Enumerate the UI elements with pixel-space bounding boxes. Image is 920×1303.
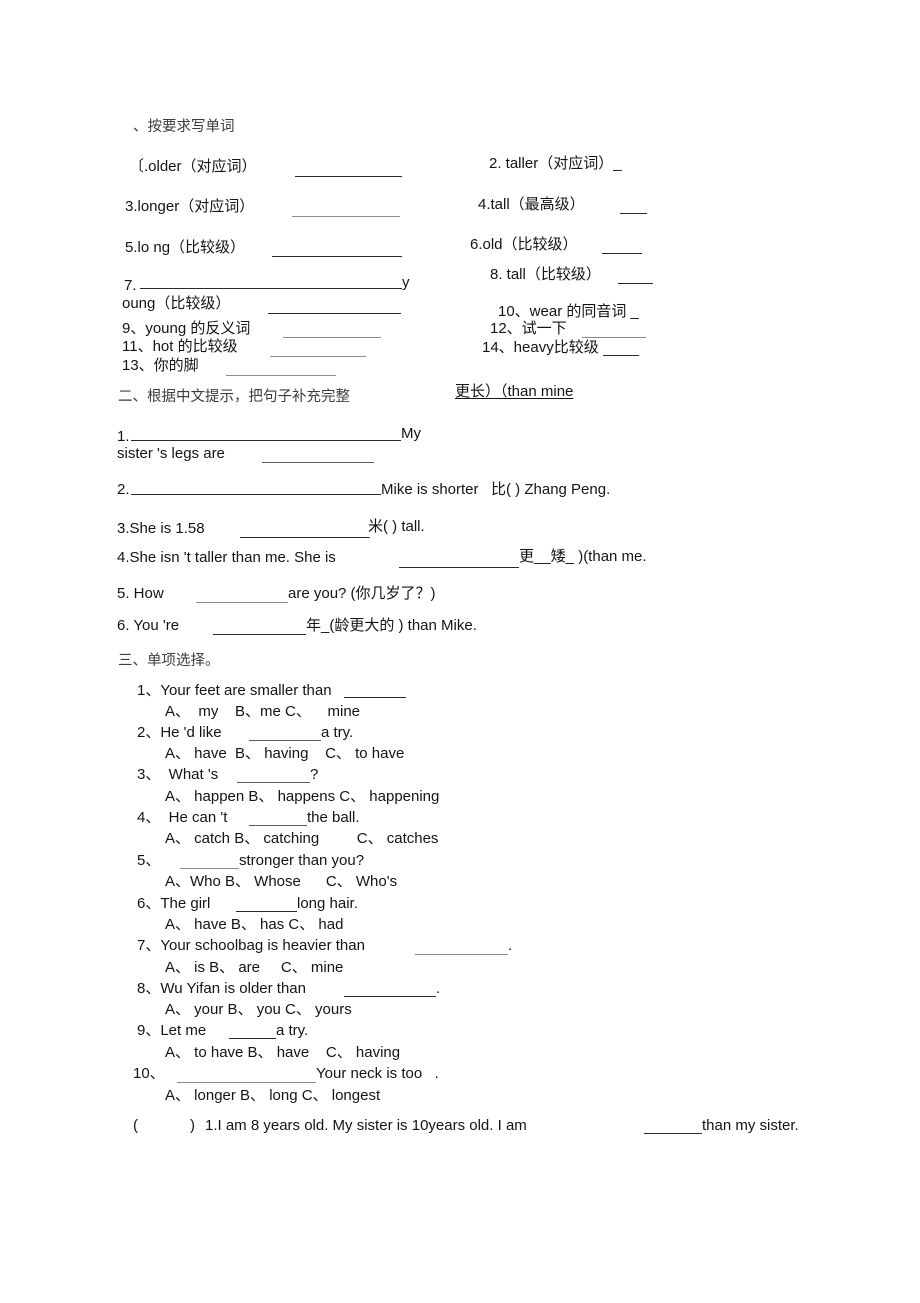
question-11-blank[interactable] bbox=[270, 356, 366, 357]
s3-question-5-stem: 5、 bbox=[137, 852, 161, 869]
s3-question-8-blank[interactable] bbox=[344, 996, 436, 997]
s2-question-4-hint: 更__矮_ )(than me. bbox=[519, 548, 647, 565]
s3-question-3-blank[interactable] bbox=[237, 782, 310, 783]
s3-question-2-blank[interactable] bbox=[249, 740, 321, 741]
s4-answer-paren-open[interactable]: ( bbox=[133, 1117, 138, 1135]
s3-question-8-options[interactable]: A、 your B、 you C、 yours bbox=[165, 1001, 352, 1019]
s3-question-1-options[interactable]: A、 my B、me C、 mine bbox=[165, 703, 360, 721]
s3-question-10-options[interactable]: A、 longer B、 long C、 longest bbox=[165, 1087, 380, 1105]
s2-question-2-blank[interactable] bbox=[131, 494, 381, 495]
question-4-label: 4.tall（最高级） bbox=[478, 196, 585, 213]
s2-question-3-text: 3.She is 1.58 bbox=[117, 520, 205, 537]
s3-question-10-stem: 10、 bbox=[133, 1065, 165, 1082]
question-2-label: 2. taller（对应词）_ bbox=[489, 155, 622, 172]
s3-question-1-blank[interactable] bbox=[344, 697, 406, 698]
s3-question-6-blank[interactable] bbox=[236, 911, 297, 912]
s3-question-6-stem: 6、The girl bbox=[137, 895, 211, 912]
s3-question-4-stem: 4、 He can 't bbox=[137, 809, 228, 826]
s3-question-9-stem: 9、Let me bbox=[137, 1022, 207, 1039]
s3-question-8-stem-cont: . bbox=[436, 980, 441, 997]
s3-question-7-stem-cont: . bbox=[508, 937, 513, 954]
s3-question-8-stem: 8、Wu Yifan is older than bbox=[137, 980, 306, 997]
worksheet-page: 、按要求写单词 〔.older（对应词） 2. taller（对应词）_ 3.l… bbox=[0, 0, 920, 1303]
question-9-blank[interactable] bbox=[283, 337, 381, 338]
s3-question-3-stem-cont: ? bbox=[310, 766, 319, 783]
s3-question-2-stem-cont: a try. bbox=[321, 724, 354, 741]
question-5-label: 5.lo ng（比较级） bbox=[125, 239, 246, 256]
s2-question-5-hint: are you? (你几岁了？) bbox=[288, 585, 436, 602]
question-10-label: 10、wear 的同音词 _ bbox=[498, 303, 639, 320]
s2-question-6-blank[interactable] bbox=[213, 634, 306, 635]
question-14-label: 14、heavy比较级 bbox=[482, 339, 599, 356]
s3-question-5-blank[interactable] bbox=[180, 868, 239, 869]
question-7-label: 7. bbox=[124, 277, 137, 294]
s3-question-9-stem-cont: a try. bbox=[276, 1022, 309, 1039]
question-7-blank-a[interactable] bbox=[140, 288, 402, 289]
s2-question-2-text: Mike is shorter 比( ) Zhang Peng. bbox=[381, 481, 611, 498]
s3-question-9-options[interactable]: A、 to have B、 have C、 having bbox=[165, 1044, 400, 1062]
section-1-heading: 、按要求写单词 bbox=[133, 119, 235, 135]
s3-question-2-options[interactable]: A、 have B、 having C、 to have bbox=[165, 745, 404, 763]
s2-question-3-blank[interactable] bbox=[240, 537, 370, 538]
s4-answer-paren-close[interactable]: ) bbox=[190, 1117, 195, 1135]
s2-question-1-text-cont: sister 's legs are bbox=[117, 445, 225, 462]
s2-question-6-hint: 年_(龄更大的 ) than Mike. bbox=[306, 617, 477, 634]
s4-question-1-text: 1.I am 8 years old. My sister is 10years… bbox=[205, 1117, 527, 1134]
s3-question-6-options[interactable]: A、 have B、 has C、 had bbox=[165, 916, 343, 934]
question-13-label: 13、你的脚 bbox=[122, 357, 199, 374]
question-1-blank[interactable] bbox=[295, 176, 402, 177]
s3-question-6-stem-cont: long hair. bbox=[297, 895, 358, 912]
s2-question-2-num: 2. bbox=[117, 481, 130, 498]
question-7-blank-b[interactable] bbox=[268, 313, 401, 314]
s3-question-3-stem: 3、 What 's bbox=[137, 766, 219, 783]
question-4-blank[interactable] bbox=[620, 213, 647, 214]
question-8-label: 8. tall（比较级） bbox=[490, 266, 601, 283]
s3-question-5-stem-cont: stronger than you? bbox=[239, 852, 365, 869]
s3-question-4-stem-cont: the ball. bbox=[307, 809, 360, 826]
s3-question-4-options[interactable]: A、 catch B、 catching C、 catches bbox=[165, 830, 438, 848]
s3-question-9-blank[interactable] bbox=[229, 1038, 276, 1039]
question-5-blank[interactable] bbox=[272, 256, 402, 257]
s3-question-4-blank[interactable] bbox=[249, 825, 307, 826]
section-2-heading: 二、根据中文提示，把句子补充完整 bbox=[118, 389, 350, 405]
s3-question-5-options[interactable]: A、Who B、 Whose C、 Who's bbox=[165, 873, 397, 891]
question-6-blank[interactable] bbox=[602, 253, 642, 254]
s2-question-1-blank-a[interactable] bbox=[131, 440, 401, 441]
s2-question-1-text: My bbox=[401, 425, 421, 442]
s4-question-1-text-cont: than my sister. bbox=[702, 1117, 799, 1134]
s3-question-10-stem-cont: Your neck is too . bbox=[316, 1065, 439, 1082]
s3-question-7-blank[interactable] bbox=[415, 954, 508, 955]
question-12-label: 12、试一下 bbox=[490, 320, 567, 337]
s2-question-6-text: 6. You 're bbox=[117, 617, 180, 634]
question-13-blank[interactable] bbox=[226, 375, 336, 376]
question-7-label-cont: oung（比较级） bbox=[122, 295, 231, 312]
s2-question-1-num: 1. bbox=[117, 428, 130, 445]
question-7-wrap-char: y bbox=[402, 274, 410, 291]
question-14-blank[interactable] bbox=[603, 355, 639, 356]
s2-question-5-blank[interactable] bbox=[196, 602, 288, 603]
s2-question-1-blank-b[interactable] bbox=[262, 462, 374, 463]
question-3-label: 3.longer（对应词） bbox=[125, 198, 255, 215]
s3-question-2-stem: 2、He 'd like bbox=[137, 724, 222, 741]
s4-question-1-blank[interactable] bbox=[644, 1133, 702, 1134]
s2-question-4-text: 4.She isn 't taller than me. She is bbox=[117, 549, 336, 566]
question-12-blank[interactable] bbox=[582, 337, 646, 338]
s2-question-4-blank[interactable] bbox=[399, 567, 519, 568]
s3-question-7-stem: 7、Your schoolbag is heavier than bbox=[137, 937, 365, 954]
s3-question-7-options[interactable]: A、 is B、 are C、 mine bbox=[165, 959, 343, 977]
question-8-blank[interactable] bbox=[618, 283, 653, 284]
s3-question-3-options[interactable]: A、 happen B、 happens C、 happening bbox=[165, 788, 439, 806]
question-11-label: 11、hot 的比较级 bbox=[122, 338, 238, 355]
question-1-label: 〔.older（对应词） bbox=[129, 158, 257, 175]
question-6-label: 6.old（比较级） bbox=[470, 236, 578, 253]
s2-question-3-hint: 米( ) tall. bbox=[368, 518, 425, 535]
s3-question-10-blank[interactable] bbox=[177, 1082, 316, 1083]
question-3-blank[interactable] bbox=[292, 216, 400, 217]
section-2-hint-1: 更长）（than mine bbox=[455, 383, 574, 400]
s3-question-1-stem: 1、Your feet are smaller than bbox=[137, 682, 332, 699]
section-3-heading: 三、单项选择。 bbox=[118, 653, 220, 669]
question-9-label: 9、young 的反义词 bbox=[122, 320, 251, 337]
s2-question-5-text: 5. How bbox=[117, 585, 164, 602]
